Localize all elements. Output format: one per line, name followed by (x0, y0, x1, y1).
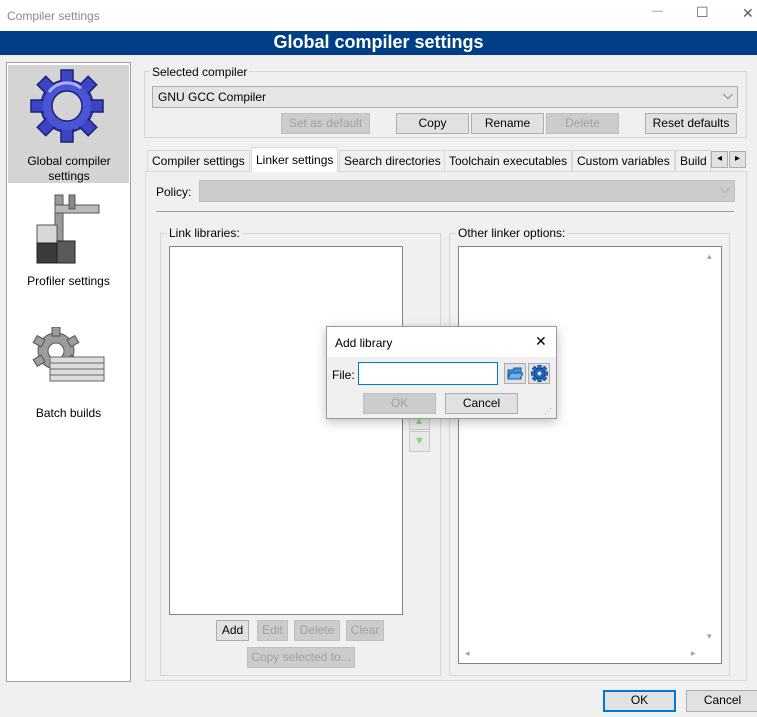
cancel-button[interactable]: Cancel (686, 690, 757, 712)
chevron-down-icon: ⌵ (720, 181, 730, 196)
gear-icon (531, 365, 548, 382)
arrow-left-icon: ◂ (716, 153, 723, 164)
set-as-default-button[interactable]: Set as default (281, 113, 370, 134)
file-input[interactable] (358, 362, 498, 385)
sidebar-item-label: Batch builds (35, 406, 102, 420)
tab-compiler-settings[interactable]: Compiler settings (147, 150, 250, 171)
sidebar-item-profiler[interactable]: Profiler settings (8, 187, 129, 295)
compiler-select-value: GNU GCC Compiler (158, 90, 267, 104)
dialog-ok-button[interactable]: OK (363, 393, 436, 414)
reset-defaults-button[interactable]: Reset defaults (645, 113, 737, 134)
add-library-button[interactable]: Add (216, 620, 249, 641)
scroll-right-icon[interactable]: ▸ (691, 648, 696, 659)
move-down-button[interactable]: ▼ (409, 431, 430, 452)
sidebar-item-batch-builds[interactable]: Batch builds (8, 317, 129, 420)
delete-compiler-button[interactable]: Delete (546, 113, 619, 134)
selected-compiler-label: Selected compiler (150, 65, 250, 79)
banner: Global compiler settings (0, 31, 757, 55)
browse-folder-button[interactable] (504, 363, 526, 384)
tab-scroll-left-button[interactable]: ◂ (711, 151, 728, 168)
arrow-down-icon: ▼ (414, 435, 425, 447)
sidebar: Global compiler settings Profiler settin… (6, 62, 131, 682)
gear-icon (30, 69, 104, 143)
folder-icon (507, 367, 523, 380)
tab-search-directories[interactable]: Search directories (339, 150, 446, 171)
scroll-down-icon[interactable]: ▾ (707, 631, 712, 642)
separator-line (156, 211, 734, 212)
scroll-left-icon[interactable]: ◂ (465, 648, 470, 659)
dialog-cancel-button[interactable]: Cancel (445, 393, 518, 414)
tab-custom-variables[interactable]: Custom variables (572, 150, 675, 171)
maximize-icon[interactable]: ☐ (696, 4, 709, 21)
policy-label: Policy: (156, 185, 192, 199)
sidebar-item-label: Profiler settings (27, 274, 110, 288)
file-label: File: (332, 368, 355, 382)
title-bar: Compiler settings — ☐ ✕ (0, 0, 757, 31)
chevron-down-icon: ⌵ (723, 87, 733, 102)
clear-libraries-button[interactable]: Clear (346, 620, 384, 641)
add-library-dialog: Add library ✕ File: OK Cancel ⋰ (326, 326, 557, 419)
tab-build[interactable]: Build (675, 150, 711, 171)
banner-title: Global compiler settings (273, 32, 484, 52)
close-icon[interactable]: ✕ (742, 5, 754, 22)
batch-icon (32, 326, 108, 387)
other-linker-options-textarea[interactable]: ▴ ▾ ◂ ▸ (458, 246, 722, 664)
policy-select[interactable]: ⌵ (199, 180, 735, 202)
rename-compiler-button[interactable]: Rename (471, 113, 544, 134)
copy-compiler-button[interactable]: Copy (396, 113, 469, 134)
copy-selected-to-button[interactable]: Copy selected to... (247, 647, 355, 668)
tab-toolchain-executables[interactable]: Toolchain executables (444, 150, 573, 171)
dialog-title-bar: Add library ✕ (327, 327, 556, 357)
tab-linker-settings[interactable]: Linker settings (251, 147, 339, 172)
ok-button[interactable]: OK (603, 690, 676, 712)
window-title: Compiler settings (7, 9, 100, 23)
link-libraries-label: Link libraries: (167, 226, 242, 240)
sidebar-item-label: Global compiler settings (27, 154, 111, 183)
select-library-button[interactable] (528, 363, 550, 384)
close-icon[interactable]: ✕ (535, 333, 547, 350)
tab-scroll-right-button[interactable]: ▸ (729, 151, 746, 168)
other-linker-options-label: Other linker options: (456, 226, 568, 240)
arrow-right-icon: ▸ (734, 153, 741, 164)
scroll-up-icon[interactable]: ▴ (707, 251, 712, 262)
link-libraries-list[interactable] (169, 246, 403, 615)
minimize-icon[interactable]: — (652, 5, 663, 17)
resize-grip-icon[interactable]: ⋰ (544, 407, 552, 416)
compiler-select[interactable]: GNU GCC Compiler ⌵ (152, 86, 738, 108)
dialog-title: Add library (335, 336, 393, 350)
profiler-icon (33, 191, 103, 267)
edit-library-button[interactable]: Edit (257, 620, 288, 641)
delete-library-button[interactable]: Delete (294, 620, 340, 641)
sidebar-item-global-compiler[interactable]: Global compiler settings (8, 65, 129, 183)
